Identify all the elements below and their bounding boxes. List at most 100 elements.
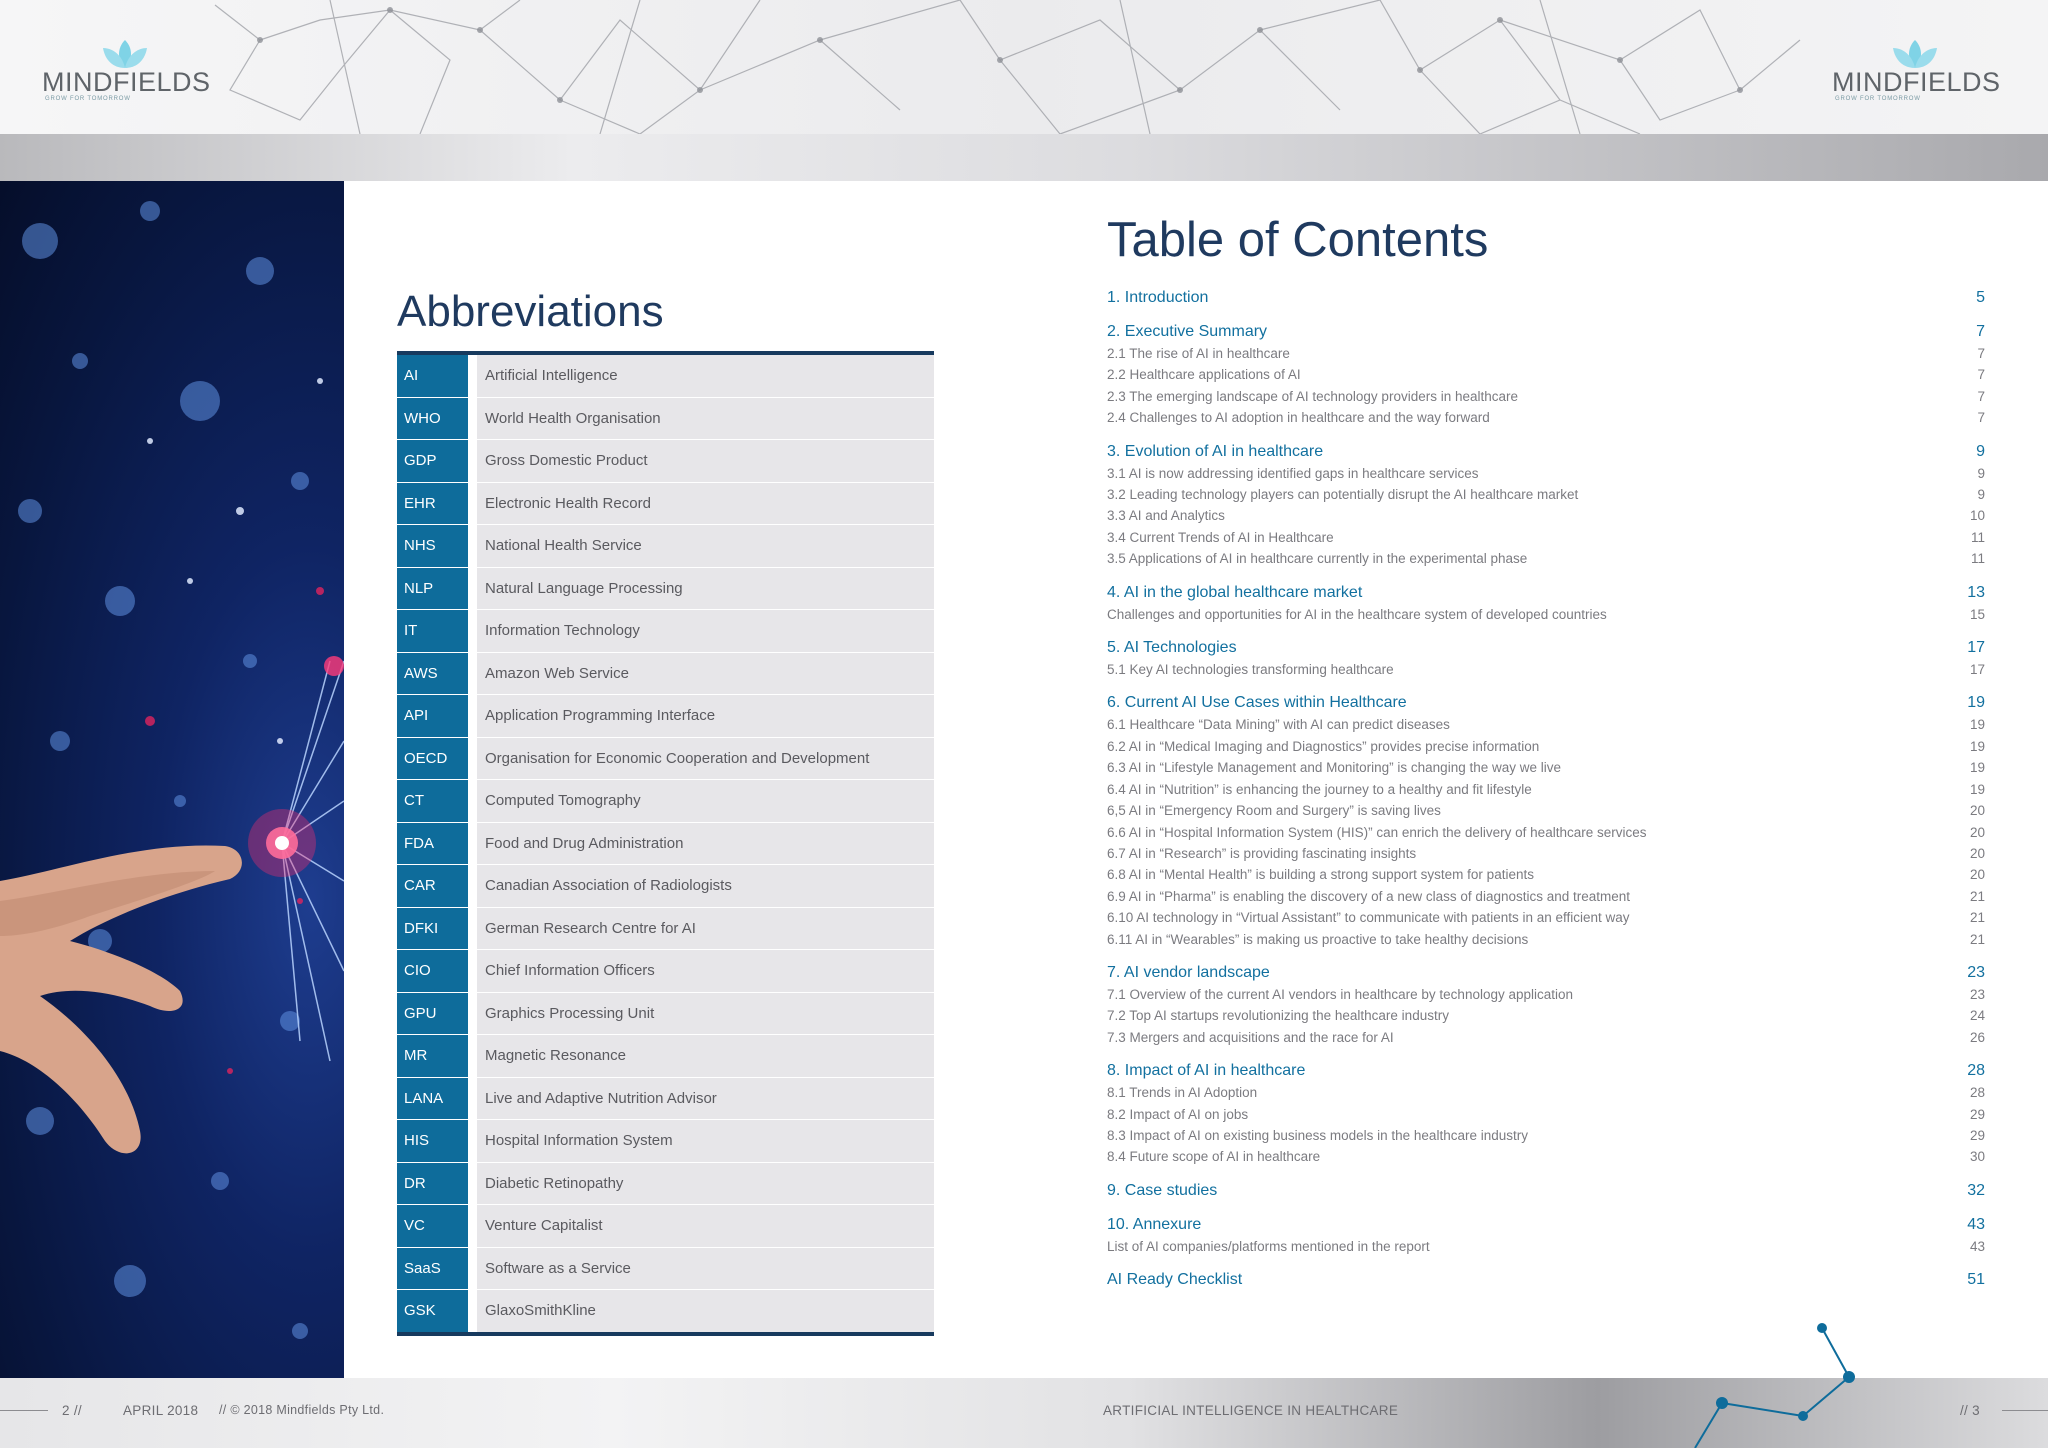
toc-subentry[interactable]: 8.3 Impact of AI on existing business mo… [1107,1125,1985,1146]
toc-subentry[interactable]: 2.3 The emerging landscape of AI technol… [1107,386,1985,407]
abbreviation-code: EHR [397,482,468,524]
toc-subentry[interactable]: 6.11 AI in “Wearables” is making us proa… [1107,929,1985,950]
brand-name: MINDFIELDS [1832,67,2001,97]
toc-subentry-page: 21 [1969,931,1985,947]
toc-subentry[interactable]: 6.3 AI in “Lifestyle Management and Moni… [1107,757,1985,778]
abbreviation-meaning: Venture Capitalist [477,1205,934,1247]
abbreviation-meaning: German Research Centre for AI [477,907,934,949]
abbreviation-meaning: GlaxoSmithKline [477,1290,934,1332]
toc-section: 10. Annexure 43 List of AI companies/platf… [1107,1213,1985,1257]
toc-entry[interactable]: 1. Introduction 5 [1107,286,1985,309]
toc-subentry-page: 24 [1969,1008,1985,1024]
abbreviation-row: GPU Graphics Processing Unit [397,992,934,1035]
toc-entry-title: 5. AI Technologies [1107,639,1237,657]
toc-subentry-title: 2.3 The emerging landscape of AI technol… [1107,388,1519,404]
toc-subentry[interactable]: 6.10 AI technology in “Virtual Assistant… [1107,907,1985,928]
toc-subentry-page: 20 [1969,803,1985,819]
abbreviation-code: IT [397,610,468,652]
toc-subentry[interactable]: 6.7 AI in “Research” is providing fascin… [1107,843,1985,864]
toc-subentry-page: 17 [1969,662,1985,678]
abbreviation-row: SaaS Software as a Service [397,1247,934,1290]
toc-subentry[interactable]: 8.2 Impact of AI on jobs 29 [1107,1104,1985,1125]
mindfields-logo-right: MINDFIELDS GROW FOR TOMORROW [1832,38,2001,102]
abbreviation-meaning: Hospital Information System [477,1120,934,1162]
abbreviation-meaning: Graphics Processing Unit [477,992,934,1034]
abbreviation-code: DR [397,1162,468,1204]
toc-entry[interactable]: 3. Evolution of AI in healthcare 9 [1107,440,1985,463]
row-gap [468,610,477,652]
row-gap [468,652,477,694]
abbreviation-meaning: Artificial Intelligence [477,355,934,397]
toc-subentry[interactable]: 8.1 Trends in AI Adoption 28 [1107,1082,1985,1103]
toc-subentry[interactable]: Challenges and opportunities for AI in t… [1107,604,1985,625]
toc-entry-title: 6. Current AI Use Cases within Healthcar… [1107,694,1407,712]
toc-subentry[interactable]: 3.5 Applications of AI in healthcare cur… [1107,548,1985,569]
toc-entry-page: 32 [1967,1181,1985,1199]
toc-subentry[interactable]: 6.9 AI in “Pharma” is enabling the disco… [1107,886,1985,907]
toc-subentry[interactable]: 6,5 AI in “Emergency Room and Surgery” i… [1107,800,1985,821]
toc-entry[interactable]: 5. AI Technologies 17 [1107,636,1985,659]
toc-subentry[interactable]: 7.1 Overview of the current AI vendors i… [1107,984,1985,1005]
toc-subentry-title: 6.7 AI in “Research” is providing fascin… [1107,845,1417,861]
toc-subentry-page: 23 [1969,986,1985,1002]
abbreviation-meaning: World Health Organisation [477,397,934,439]
toc-subentry-title: 2.1 The rise of AI in healthcare [1107,346,1290,361]
toc-section: 3. Evolution of AI in healthcare 9 3.1 AI … [1107,440,1985,570]
row-gap [468,397,477,439]
toc-section: 7. AI vendor landscape 23 7.1 Overview of … [1107,961,1985,1048]
toc-subentry[interactable]: 6.8 AI in “Mental Health” is building a … [1107,864,1985,885]
abbreviation-code: WHO [397,397,468,439]
abbreviation-code: NHS [397,525,468,567]
abbreviation-row: OECD Organisation for Economic Cooperatio… [397,737,934,780]
toc-entry[interactable]: 10. Annexure 43 [1107,1213,1985,1236]
toc-entry-page: 5 [1976,289,1985,306]
toc-entry[interactable]: 6. Current AI Use Cases within Healthcar… [1107,691,1985,714]
toc-subentry-title: 6.11 AI in “Wearables” is making us proa… [1107,931,1529,947]
toc-subentry[interactable]: 5.1 Key AI technologies transforming hea… [1107,659,1985,680]
toc-subentry[interactable]: 7.3 Mergers and acquisitions and the rac… [1107,1027,1985,1048]
toc-entry[interactable]: 9. Case studies 32 [1107,1179,1985,1202]
toc-subentry[interactable]: 6.1 Healthcare “Data Mining” with AI can… [1107,714,1985,735]
toc-subentry-title: 7.2 Top AI startups revolutionizing the … [1107,1008,1449,1024]
abbreviation-code: CIO [397,950,468,992]
footer-rule-right [2002,1410,2048,1411]
toc-subentry[interactable]: 3.1 AI is now addressing identified gaps… [1107,463,1985,484]
toc-subentry[interactable]: 2.1 The rise of AI in healthcare 7 [1107,343,1985,364]
toc-entry-page: 23 [1967,963,1985,981]
toc-entry[interactable]: 4. AI in the global healthcare market 13 [1107,581,1985,604]
toc-entry[interactable]: AI Ready Checklist 51 [1107,1268,1985,1291]
toc-entry[interactable]: 7. AI vendor landscape 23 [1107,961,1985,984]
abbreviation-meaning: Computed Tomography [477,780,934,822]
abbreviation-row: API Application Programming Interface [397,695,934,738]
abbreviation-row: WHO World Health Organisation [397,397,934,440]
table-of-contents: 1. Introduction 5 2. Executive Summary 7 2.1… [1107,286,1985,1302]
toc-subentry-page: 29 [1969,1106,1985,1122]
toc-subentry[interactable]: List of AI companies/platforms mentioned… [1107,1236,1985,1257]
toc-subentry[interactable]: 3.3 AI and Analytics 10 [1107,505,1985,526]
toc-subentry[interactable]: 3.4 Current Trends of AI in Healthcare 11 [1107,527,1985,548]
toc-subentry[interactable]: 2.4 Challenges to AI adoption in healthc… [1107,407,1985,428]
abbreviation-meaning: Live and Adaptive Nutrition Advisor [477,1077,934,1119]
toc-subentry-title: 6.6 AI in “Hospital Information System (… [1107,824,1647,840]
brand-name: MINDFIELDS [42,67,211,97]
toc-entry-page: 7 [1976,323,1985,340]
toc-subentry[interactable]: 6.2 AI in “Medical Imaging and Diagnosti… [1107,736,1985,757]
row-gap [468,1162,477,1204]
toc-subentry-page: 20 [1969,845,1985,861]
abbreviation-row: CAR Canadian Association of Radiologists [397,865,934,908]
toc-entry[interactable]: 2. Executive Summary 7 [1107,320,1985,343]
toc-subentry[interactable]: 8.4 Future scope of AI in healthcare 30 [1107,1146,1985,1167]
toc-subentry-title: 3.4 Current Trends of AI in Healthcare [1107,529,1334,545]
toc-subentry-page: 7 [1977,367,1985,383]
toc-entry-page: 51 [1967,1271,1985,1289]
toc-subentry[interactable]: 2.2 Healthcare applications of AI 7 [1107,364,1985,385]
abbreviation-row: AI Artificial Intelligence [397,355,934,398]
toc-entry-page: 17 [1967,639,1985,657]
footer-rule-left [0,1410,48,1411]
toc-entry[interactable]: 8. Impact of AI in healthcare 28 [1107,1059,1985,1082]
toc-subentry[interactable]: 6.4 AI in “Nutrition” is enhancing the j… [1107,779,1985,800]
row-gap [468,1205,477,1247]
toc-subentry[interactable]: 7.2 Top AI startups revolutionizing the … [1107,1005,1985,1026]
toc-subentry[interactable]: 3.2 Leading technology players can poten… [1107,484,1985,505]
toc-subentry[interactable]: 6.6 AI in “Hospital Information System (… [1107,822,1985,843]
